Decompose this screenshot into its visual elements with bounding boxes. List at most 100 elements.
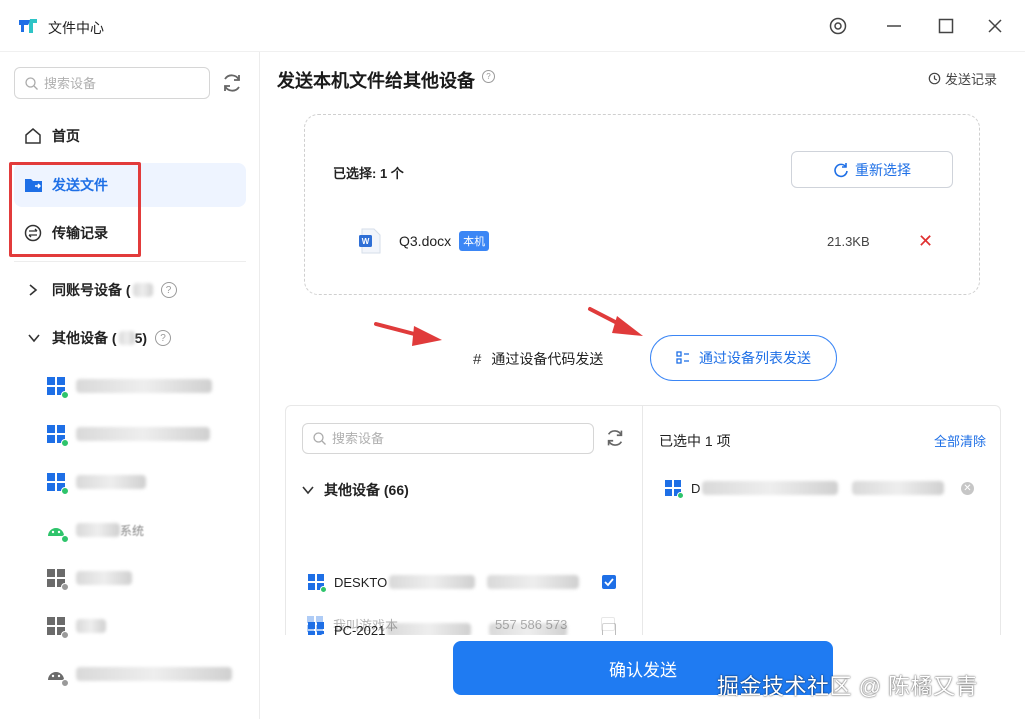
sidebar-device[interactable] [46,373,212,399]
refresh-icon[interactable] [604,427,626,449]
sidebar-device[interactable] [46,565,132,591]
chevron-down-icon [302,486,314,495]
device-name: DESKTO [334,574,388,590]
blurred-device-name [389,575,476,589]
help-icon[interactable]: ? [482,70,495,83]
selected-count: 已选择: 1 个 [333,166,404,181]
reselect-button[interactable]: 重新选择 [791,151,953,188]
hash-icon: # [473,350,482,368]
online-dot [677,492,684,499]
device-row[interactable]: DESKTO [308,570,618,594]
selected-device-item: D ✕ [665,477,985,499]
help-icon[interactable]: ? [160,282,177,298]
history-icon [928,72,941,85]
send-mode-switch: # 通过设备代码发送 通过设备列表发送 [261,335,1025,381]
sidebar-search-input[interactable] [44,75,194,91]
device-search[interactable] [302,423,594,454]
device-suffix: 系统 [120,523,145,538]
send-folder-icon [24,176,42,194]
selected-device-name: D [691,480,701,496]
send-history-label: 发送记录 [944,72,997,87]
close-icon[interactable] [983,14,1007,38]
watermark: 掘金技术社区 @ 陈橘又青 [717,674,979,699]
windows-icon [46,376,69,399]
mode-by-list-label: 通过设备列表发送 [699,350,811,366]
online-dot [61,391,69,399]
sidebar: 首页 发送文件 传输记录 同账号设备 ( ? 其他设备 ( 5) ? [0,52,260,719]
chevron-down-icon [28,333,42,343]
main-content: 发送本机文件给其他设备 ? 发送记录 已选择: 1 个 重新选择 W Q3.do… [261,52,1025,719]
blurred-count [132,283,153,297]
device-group-other[interactable]: 其他设备 (66) [302,480,409,500]
blurred-device-name [76,475,146,489]
selected-file-row: W Q3.docx 本机 21.3KB ✕ [359,227,939,255]
remove-selected-icon[interactable]: ✕ [961,481,974,495]
mode-by-list[interactable]: 通过设备列表发送 [650,335,837,381]
nav-home[interactable]: 首页 [14,114,246,158]
reload-icon [834,162,848,177]
sidebar-device[interactable] [46,613,106,639]
offline-dot [61,583,69,591]
device-row[interactable]: 我叫游戏本 557 586 573 [307,612,617,636]
group-other-devices[interactable]: 其他设备 ( 5) ? [28,326,172,350]
nav-send-file[interactable]: 发送文件 [14,163,246,207]
send-history-link[interactable]: 发送记录 [928,69,997,88]
windows-icon [46,424,69,447]
sidebar-device[interactable] [46,421,210,447]
group-same-account[interactable]: 同账号设备 ( ? [28,278,177,302]
mode-by-code-label: 通过设备代码发送 [491,351,604,367]
remove-file-icon[interactable]: ✕ [918,231,933,252]
transfer-icon [24,224,42,242]
online-dot [61,535,69,543]
blurred-count [118,331,135,345]
windows-icon [665,480,684,499]
app-logo-icon [19,19,37,33]
device-name: 我叫游戏本 [333,617,399,633]
settings-icon[interactable] [826,14,850,38]
blurred-device-name [76,619,106,633]
refresh-icon[interactable] [220,71,244,95]
online-dot [61,487,69,495]
blurred-device-name [76,379,212,393]
nav-home-label: 首页 [52,128,80,144]
help-icon[interactable]: ? [155,330,172,346]
maximize-icon[interactable] [934,14,958,38]
title-bar: 文件中心 [0,0,1025,52]
nav-transfer-history-label: 传输记录 [52,225,108,241]
device-search-input[interactable] [332,431,572,446]
online-dot [61,439,69,447]
group-same-account-label: 同账号设备 ( [52,282,131,298]
windows-icon [308,574,327,593]
device-checkbox[interactable] [601,617,615,631]
windows-icon [46,616,69,639]
sidebar-device[interactable]: 系统 [46,517,144,543]
minimize-icon[interactable] [882,14,906,38]
home-icon [24,127,42,145]
android-icon [46,664,69,687]
nav-transfer-history[interactable]: 传输记录 [14,211,246,255]
page-title: 发送本机文件给其他设备 [277,71,475,91]
local-badge: 本机 [459,231,490,251]
blurred-device-name [76,427,210,441]
sidebar-search[interactable] [14,67,210,99]
search-icon [25,76,38,90]
sidebar-device[interactable] [46,469,146,495]
selected-files-box: 已选择: 1 个 重新选择 W Q3.docx 本机 21.3KB ✕ [304,114,980,295]
device-checkbox[interactable] [602,575,616,589]
sidebar-device[interactable] [46,661,232,687]
group-other-devices-label: 其他设备 ( [52,330,117,346]
windows-icon [46,568,69,591]
sidebar-divider [14,261,246,262]
mode-by-code[interactable]: # 通过设备代码发送 [473,349,603,369]
blurred-device-name [76,523,120,537]
word-doc-icon: W [359,228,381,254]
blurred-device-name [76,571,132,585]
clear-all-link[interactable]: 全部清除 [934,431,986,450]
file-name: Q3.docx [399,233,452,249]
reselect-label: 重新选择 [855,161,911,178]
selected-devices-count: 已选中 1 项 [659,433,731,449]
nav-send-file-label: 发送文件 [52,177,108,193]
chevron-right-icon [28,284,42,296]
group-other-devices-count: 5) [134,330,148,346]
offline-dot [61,631,69,639]
